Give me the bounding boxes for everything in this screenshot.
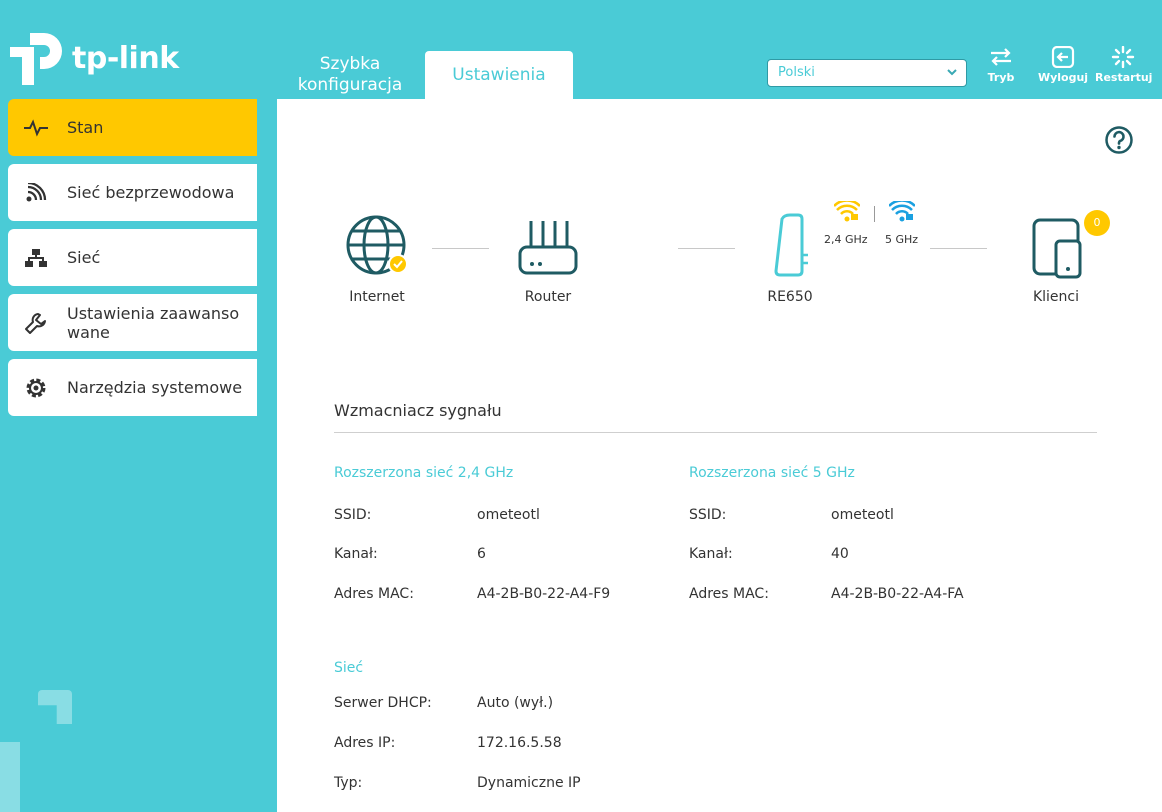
sidebar-item-wireless[interactable]: Sieć bezprzewodowa <box>8 164 257 221</box>
band-5-label: 5 GHz <box>885 233 919 246</box>
net5-channel: 40 <box>831 546 849 562</box>
connector-line <box>930 248 987 249</box>
language-selected: Polski <box>778 65 815 80</box>
sidebar-item-status[interactable]: Stan <box>8 99 257 156</box>
gear-icon <box>8 376 56 400</box>
net24-heading: Rozszerzona sieć 2,4 GHz <box>334 465 514 481</box>
restart-button[interactable]: Restartuj <box>1095 46 1153 84</box>
net24-mac-label: Adres MAC: <box>334 586 414 602</box>
router-icon <box>518 221 578 275</box>
network-heading: Sieć <box>334 660 364 676</box>
language-select[interactable]: Polski <box>767 59 967 87</box>
chevron-down-icon <box>946 60 958 95</box>
net5-mac: A4-2B-B0-22-A4-FA <box>831 586 964 602</box>
swap-icon <box>991 48 1011 66</box>
logout-button[interactable]: Wyloguj <box>1035 46 1091 84</box>
extender-node[interactable]: RE650 <box>750 213 830 305</box>
tp-link-logo: tp-link <box>8 28 179 88</box>
net5-heading: Rozszerzona sieć 5 GHz <box>689 465 855 481</box>
sidebar-item-network[interactable]: Sieć <box>8 229 257 286</box>
help-icon[interactable] <box>1104 125 1134 159</box>
router-node[interactable]: Router <box>508 217 588 305</box>
extender-icon <box>774 213 808 277</box>
dhcp-label: Serwer DHCP: <box>334 695 432 711</box>
decorative-shape <box>38 690 72 724</box>
devices-icon <box>1032 218 1082 279</box>
wrench-icon <box>8 311 56 335</box>
section-title: Wzmacniacz sygnału <box>334 401 502 420</box>
sidebar-item-label: Ustawienia zaawanso wane <box>67 303 240 342</box>
globe-icon <box>346 215 408 275</box>
net24-mac: A4-2B-B0-22-A4-F9 <box>477 586 611 602</box>
net24-channel-label: Kanał: <box>334 546 378 562</box>
sidebar-item-advanced[interactable]: Ustawienia zaawanso wane <box>8 294 257 351</box>
pulse-icon <box>8 118 56 137</box>
connector-line <box>678 248 735 249</box>
network-icon <box>8 248 56 268</box>
net24-ssid: ometeotl <box>477 507 540 523</box>
ip-value: 172.16.5.58 <box>477 735 562 751</box>
logo-text: tp-link <box>72 40 179 76</box>
sidebar-item-label: Sieć <box>67 248 101 267</box>
type-value: Dynamiczne IP <box>477 775 581 791</box>
tp-link-logo-icon <box>10 33 62 85</box>
extender-label: RE650 <box>767 289 813 305</box>
ip-label: Adres IP: <box>334 735 396 751</box>
internet-node[interactable]: Internet <box>341 213 413 305</box>
divider <box>334 432 1097 433</box>
band-divider <box>874 206 875 222</box>
net5-ssid: ometeotl <box>831 507 894 523</box>
sidebar-item-label: Narzędzia systemowe <box>67 378 243 397</box>
net24-ssid-label: SSID: <box>334 507 372 523</box>
wireless-icon <box>8 182 56 203</box>
net5-channel-label: Kanał: <box>689 546 733 562</box>
logout-label: Wyloguj <box>1037 71 1089 84</box>
net24-channel: 6 <box>477 546 486 562</box>
decorative-bar <box>0 742 20 812</box>
tab-settings[interactable]: Ustawienia <box>425 51 573 99</box>
main-panel: Internet Router RE650 2,4 GHz 5 GHz Klie… <box>277 99 1162 812</box>
wifi-24-icon <box>833 199 861 227</box>
sidebar-item-label: Sieć bezprzewodowa <box>67 183 235 202</box>
type-label: Typ: <box>334 775 363 791</box>
restart-label: Restartuj <box>1095 71 1153 84</box>
clients-label: Klienci <box>1032 289 1080 305</box>
mode-label: Tryb <box>987 71 1015 84</box>
sidebar-item-label: Stan <box>67 118 104 137</box>
internet-label: Internet <box>349 289 405 305</box>
clients-node[interactable]: Klienci <box>1017 217 1095 305</box>
router-label: Router <box>524 289 572 305</box>
wifi-5-icon <box>888 199 916 227</box>
clients-count-badge: 0 <box>1084 210 1110 236</box>
logout-icon <box>1051 46 1075 68</box>
dhcp-value: Auto (wył.) <box>477 695 554 711</box>
tab-quick-setup[interactable]: Szybka konfiguracja <box>285 54 415 96</box>
net5-ssid-label: SSID: <box>689 507 727 523</box>
mode-button[interactable]: Tryb <box>973 46 1029 84</box>
sidebar-item-system-tools[interactable]: Narzędzia systemowe <box>8 359 257 416</box>
connector-line <box>432 248 489 249</box>
spinner-icon <box>1111 46 1135 68</box>
net5-mac-label: Adres MAC: <box>689 586 769 602</box>
band-24-label: 2,4 GHz <box>824 233 868 246</box>
